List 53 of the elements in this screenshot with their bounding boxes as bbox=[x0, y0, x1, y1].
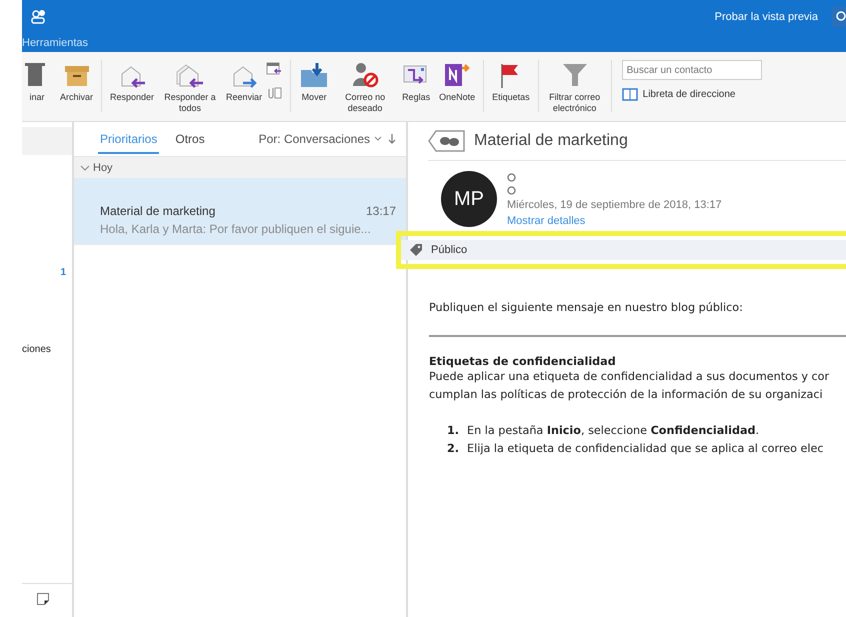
sensitivity-label: Público bbox=[431, 244, 468, 256]
chevron-icon bbox=[80, 164, 90, 172]
note-icon[interactable] bbox=[36, 592, 50, 606]
chevron-down-icon bbox=[374, 136, 382, 142]
blocked-person-icon bbox=[350, 60, 380, 90]
attachment-icon[interactable] bbox=[266, 86, 282, 100]
filter-button[interactable]: Filtrar correo electrónico bbox=[542, 60, 607, 114]
ribbon-tab[interactable]: Herramientas bbox=[22, 36, 88, 48]
trash-button[interactable]: inar bbox=[22, 60, 56, 103]
folder-tab[interactable]: Otros bbox=[173, 124, 207, 154]
list-item: Elija la etiqueta de confidencialidad que se aplica al correo elec bbox=[467, 441, 824, 457]
folder-item[interactable]: ciones bbox=[22, 344, 72, 355]
flag-button[interactable]: Etiquetas bbox=[488, 60, 534, 103]
message-time: 13:17 bbox=[366, 204, 396, 218]
email-subject: Material de marketing bbox=[474, 132, 628, 150]
move-button[interactable]: Mover bbox=[295, 60, 334, 103]
replyall-button[interactable]: Responder a todos bbox=[158, 60, 222, 114]
preview-toggle[interactable]: Probar la vista previa bbox=[708, 10, 824, 22]
conversation-icon[interactable] bbox=[428, 130, 466, 152]
list-number: 1. bbox=[447, 423, 460, 439]
onenote-button[interactable]: OneNote bbox=[435, 60, 480, 103]
sender-avatar: MP bbox=[441, 171, 497, 227]
sort-dropdown[interactable]: Por: Conversaciones bbox=[258, 132, 382, 146]
address-book-button[interactable]: Libreta de direccione bbox=[622, 88, 762, 101]
tag-icon bbox=[409, 243, 423, 257]
calendar-icon[interactable] bbox=[266, 62, 282, 76]
search-icon[interactable] bbox=[832, 6, 846, 26]
list-number: 2. bbox=[447, 441, 460, 457]
sidebar-header-bar bbox=[22, 127, 72, 155]
contact-search-field[interactable]: Buscar un contacto bbox=[622, 60, 762, 80]
forward-button[interactable]: Reenviar bbox=[222, 60, 266, 103]
folder-arrow-icon bbox=[299, 60, 330, 90]
body-text: Publiquen el siguiente mensaje en nuestro blog público: bbox=[429, 300, 744, 316]
message-item[interactable]: Material de marketing 13:17 Hola, Karla y Marta: Por favor publiquen el siguie... bbox=[74, 178, 406, 245]
body-text: Puede aplicar una etiqueta de confidencialidad a sus documentos y cor bbox=[429, 369, 830, 385]
archive-button[interactable]: Archivar bbox=[56, 60, 98, 103]
body-heading: Etiquetas de confidencialidad bbox=[429, 355, 617, 368]
rules-button[interactable]: Reglas bbox=[397, 60, 436, 103]
unread-count: 1 bbox=[60, 267, 66, 278]
sort-direction-icon[interactable] bbox=[388, 133, 396, 145]
status-circle-icon bbox=[507, 173, 516, 182]
list-item: En la pestaña Inicio, seleccione Confidencialidad. bbox=[467, 423, 760, 439]
message-subject: Material de marketing bbox=[100, 204, 216, 218]
people-sync-icon[interactable] bbox=[30, 8, 46, 24]
status-circle-icon bbox=[507, 186, 516, 195]
group-header[interactable]: Hoy bbox=[74, 157, 406, 178]
book-icon bbox=[622, 88, 638, 101]
body-text: cumplan las políticas de protección de la información de su organizaci bbox=[429, 387, 824, 403]
sent-date: Miércoles, 19 de septiembre de 2018, 13:17 bbox=[507, 199, 722, 211]
group-label: Hoy bbox=[93, 162, 113, 174]
junk-button[interactable]: Correo no deseado bbox=[333, 60, 398, 114]
reply-button[interactable]: Responder bbox=[106, 60, 158, 103]
message-preview: Hola, Karla y Marta: Por favor publiquen el siguie... bbox=[100, 222, 372, 236]
